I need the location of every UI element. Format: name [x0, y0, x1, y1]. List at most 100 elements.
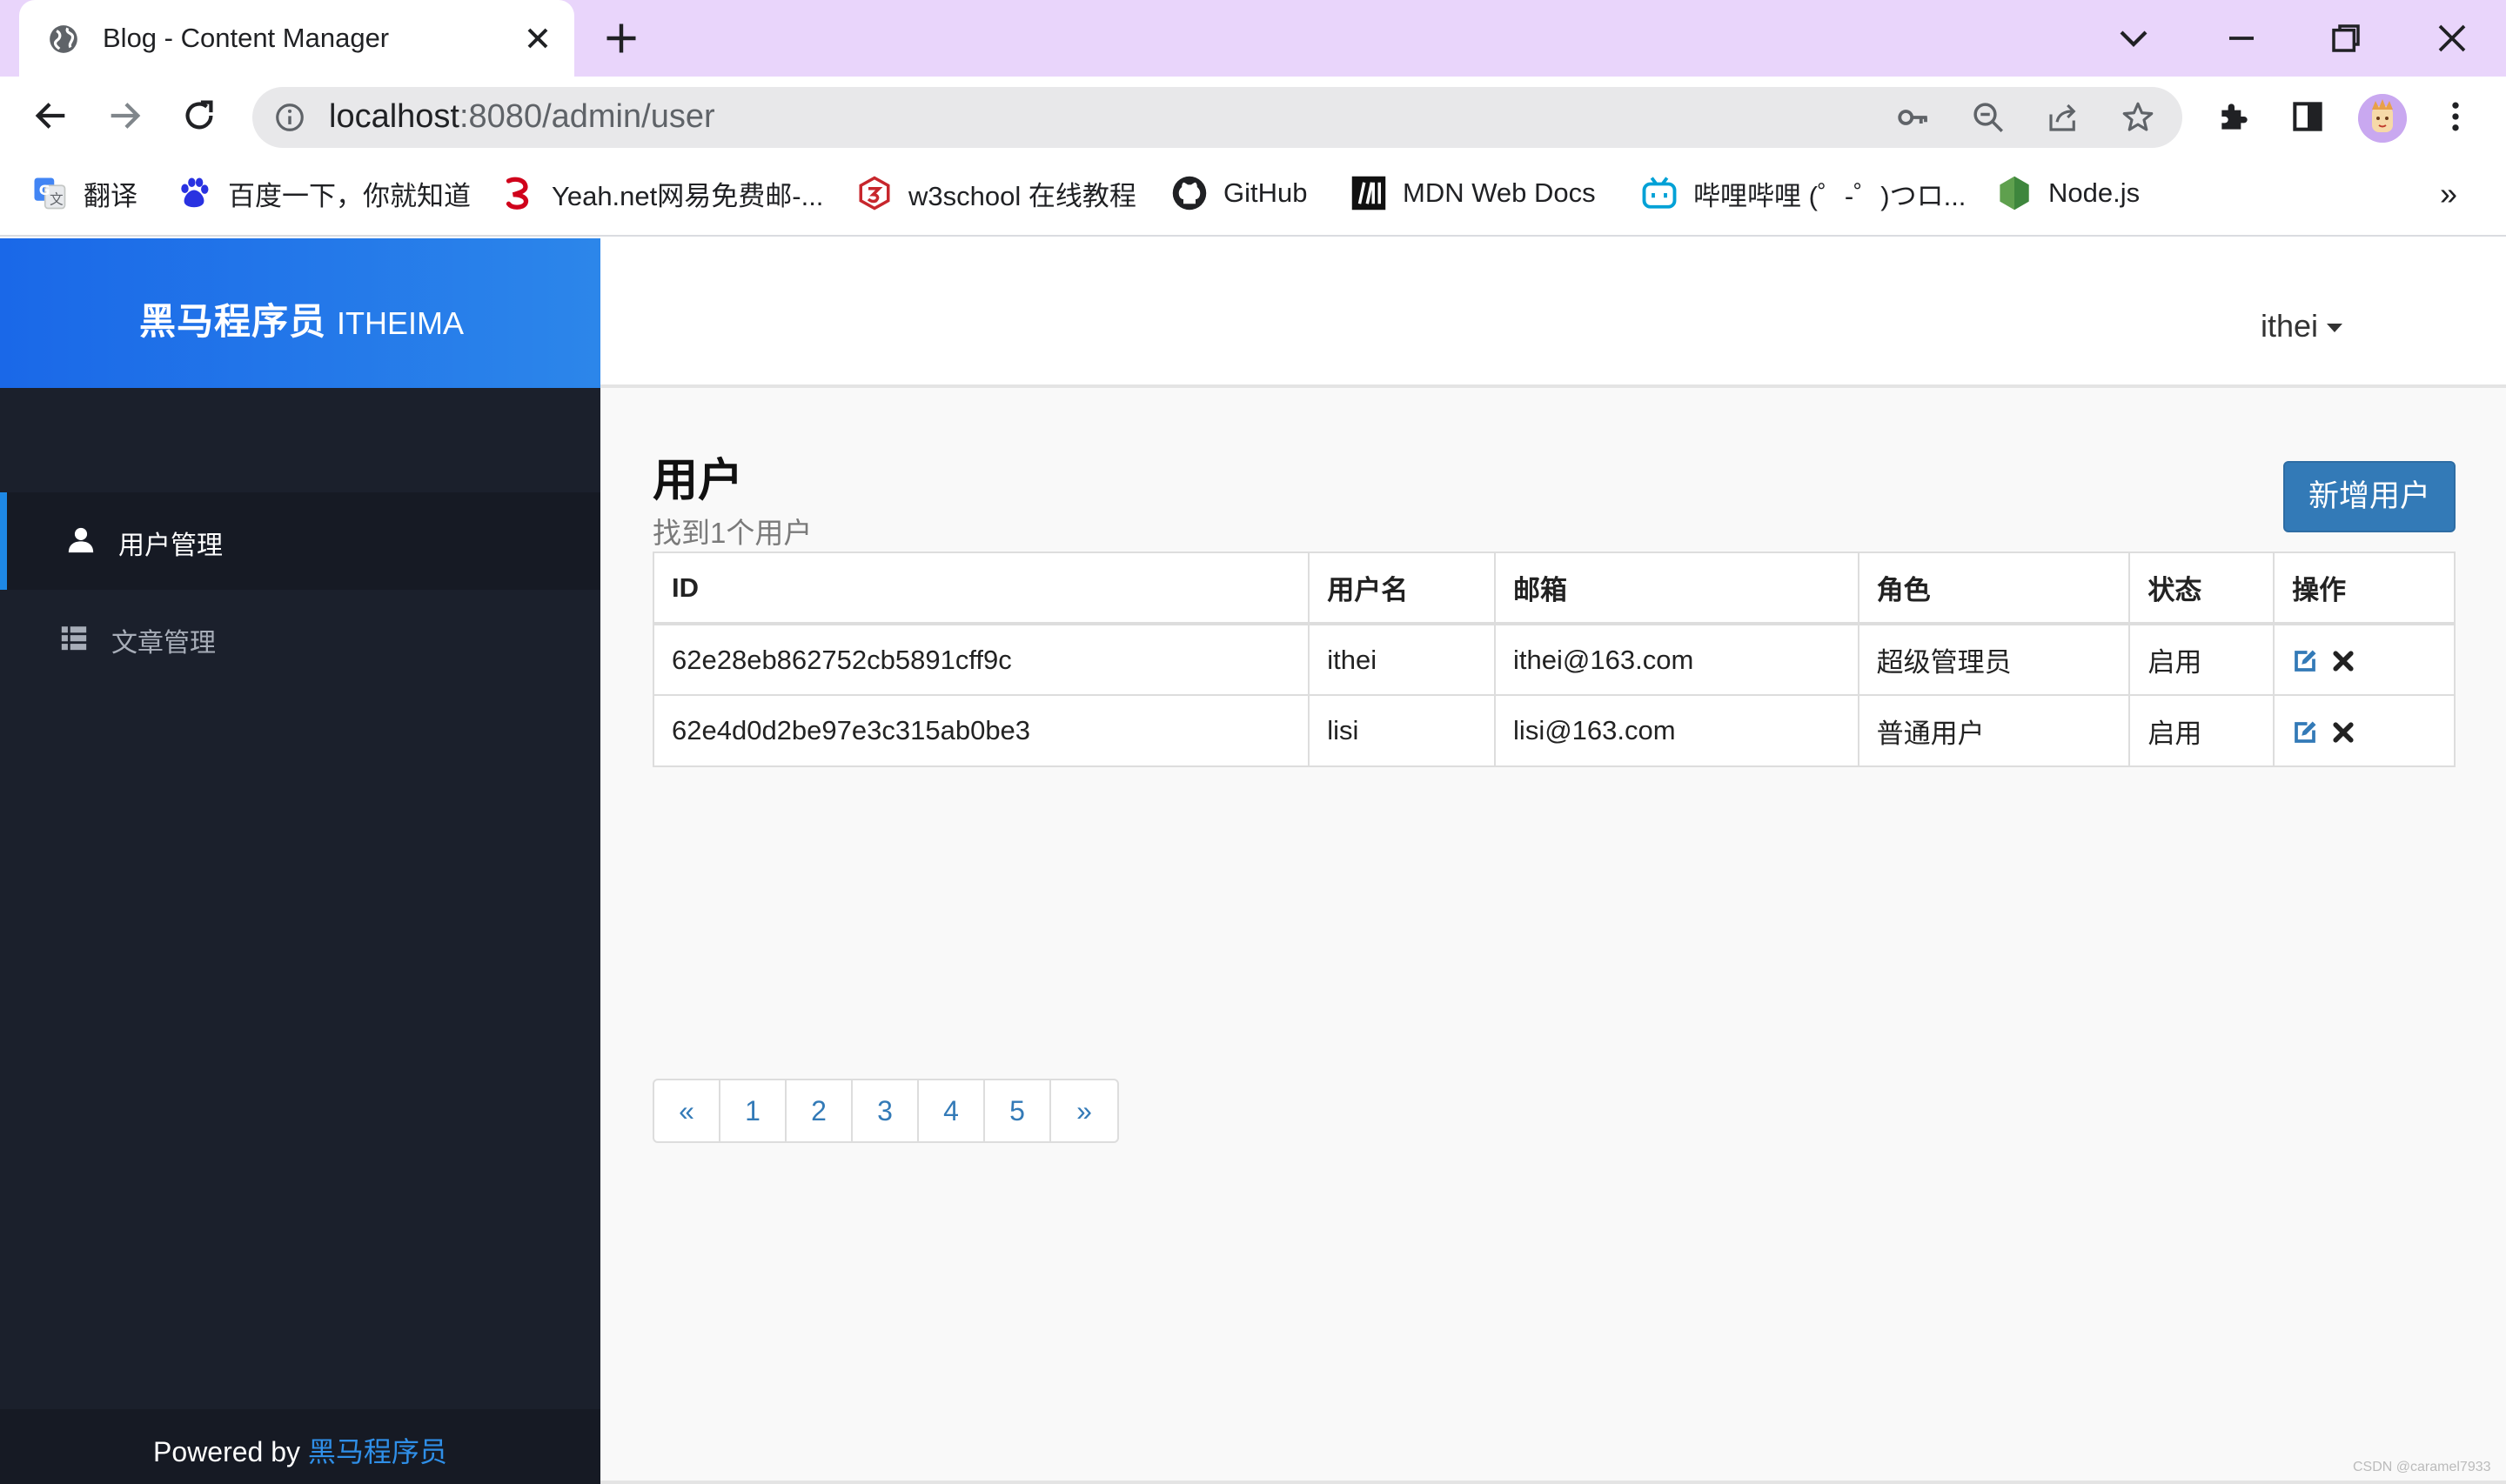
pagination-page-3[interactable]: 3	[853, 1080, 919, 1141]
column-header-email: 邮箱	[1494, 551, 1859, 625]
cell-id: 62e28eb862752cb5891cff9c	[652, 623, 1310, 696]
edit-icon[interactable]	[2292, 648, 2318, 674]
bookmark-baidu[interactable]: 百度一下，你就知道	[176, 172, 471, 214]
caret-down-icon	[2327, 324, 2343, 333]
bilibili-icon	[1642, 177, 1677, 209]
info-icon[interactable]	[273, 101, 306, 134]
zoom-icon[interactable]	[1970, 99, 2007, 136]
url-text[interactable]: localhost:8080/admin/user	[329, 98, 715, 136]
bookmark-label: 哔哩哔哩 (゜-゜)つロ...	[1693, 180, 1967, 211]
delete-icon[interactable]	[2330, 648, 2356, 674]
reload-icon[interactable]	[179, 96, 219, 136]
bookmark-mdn[interactable]: MDN Web Docs	[1350, 172, 1596, 214]
side-panel-icon[interactable]	[2288, 97, 2327, 136]
app-root: 黑马程序员 ITHEIMA 用户管理 文章管理 Powered by 黑马程序员 …	[0, 238, 2506, 1484]
pagination-page-5[interactable]: 5	[985, 1080, 1051, 1141]
address-bar[interactable]: localhost:8080/admin/user	[252, 87, 2182, 148]
cell-username: lisi	[1308, 694, 1497, 767]
browser-tabstrip: Blog - Content Manager	[0, 0, 2506, 77]
google-translate-icon: G 文	[34, 177, 66, 210]
url-host: localhost	[329, 98, 459, 135]
column-header-username: 用户名	[1308, 551, 1497, 625]
list-icon	[61, 626, 87, 651]
bookmark-label: Node.js	[2048, 177, 2141, 208]
pagination-page-1[interactable]: 1	[720, 1080, 787, 1141]
cell-id: 62e4d0d2be97e3c315ab0be3	[652, 694, 1310, 767]
key-icon[interactable]	[1895, 99, 1932, 136]
mdn-icon	[1351, 176, 1386, 211]
brand-name-cn: 黑马程序员	[139, 301, 327, 342]
minimize-icon[interactable]	[2217, 14, 2266, 63]
watermark: CSDN @caramel7933	[2353, 1460, 2491, 1474]
back-arrow-icon[interactable]	[31, 96, 71, 136]
column-header-id: ID	[652, 551, 1310, 625]
bookmark-nodejs[interactable]: Node.js	[1996, 172, 2140, 214]
column-header-role: 角色	[1857, 551, 2131, 625]
delete-icon[interactable]	[2330, 719, 2356, 745]
bookmark-yeah-net[interactable]: Yeah.net网易免费邮-...	[499, 172, 823, 214]
table-row: 62e28eb862752cb5891cff9c ithei ithei@163…	[652, 623, 2456, 696]
username: ithei	[2261, 308, 2319, 344]
url-path: :8080/admin/user	[459, 98, 715, 135]
bookmark-label: GitHub	[1223, 177, 1308, 208]
add-user-button[interactable]: 新增用户	[2283, 461, 2456, 532]
extensions-puzzle-icon[interactable]	[2215, 97, 2254, 136]
window-close-icon[interactable]	[2428, 14, 2476, 63]
new-tab-icon[interactable]	[602, 19, 640, 57]
pagination-prev[interactable]: «	[654, 1080, 720, 1141]
forward-arrow-icon[interactable]	[104, 96, 144, 136]
nodejs-icon	[2000, 176, 2029, 211]
brand-logo[interactable]: 黑马程序员 ITHEIMA	[139, 292, 464, 345]
pagination-page-2[interactable]: 2	[787, 1080, 853, 1141]
tab-title: Blog - Content Manager	[103, 23, 390, 53]
page-subtitle: 找到1个用户	[653, 517, 813, 549]
share-icon[interactable]	[2045, 99, 2081, 136]
cell-status: 启用	[2128, 623, 2275, 696]
bookmark-bilibili[interactable]: 哔哩哔哩 (゜-゜)つロ...	[1641, 172, 1966, 214]
bookmarks-overflow-button[interactable]: »	[2440, 176, 2457, 212]
profile-avatar[interactable]	[2358, 94, 2407, 143]
bookmark-label: MDN Web Docs	[1403, 177, 1596, 208]
tab-search-chevron-icon[interactable]	[2109, 14, 2158, 63]
sidebar-footer: Powered by 黑马程序员	[0, 1409, 600, 1484]
avatar-illustration-icon	[2358, 94, 2407, 143]
close-icon[interactable]	[520, 21, 555, 56]
top-navbar: ithei	[600, 238, 2506, 388]
star-icon[interactable]	[2120, 99, 2156, 136]
sidebar-item-label: 文章管理	[111, 629, 216, 658]
bookmark-github[interactable]: GitHub	[1171, 172, 1307, 214]
cell-email: lisi@163.com	[1494, 694, 1859, 767]
globe-icon	[50, 25, 77, 53]
brand-header: 黑马程序员 ITHEIMA	[0, 238, 600, 388]
content-bottom-border	[600, 1481, 2506, 1484]
bookmark-label: 翻译	[84, 180, 137, 211]
more-vert-icon[interactable]	[2436, 97, 2475, 136]
edit-icon[interactable]	[2292, 719, 2318, 745]
brand-name-en: ITHEIMA	[337, 305, 465, 341]
cell-actions	[2273, 623, 2456, 696]
restore-icon[interactable]	[2322, 14, 2370, 63]
svg-text:G: G	[39, 182, 50, 198]
browser-toolbar: localhost:8080/admin/user	[0, 77, 2506, 155]
sidebar-item-articles[interactable]: 文章管理	[0, 590, 600, 687]
cell-username: ithei	[1308, 623, 1497, 696]
svg-text:文: 文	[50, 191, 64, 207]
pagination: « 1 2 3 4 5 »	[653, 1079, 1119, 1143]
users-table: ID 用户名 邮箱 角色 状态 操作 62e28eb862752cb5891cf…	[652, 551, 2456, 767]
footer-link[interactable]: 黑马程序员	[308, 1436, 447, 1467]
cell-email: ithei@163.com	[1494, 623, 1859, 696]
cell-status: 启用	[2128, 694, 2275, 767]
sidebar: 黑马程序员 ITHEIMA 用户管理 文章管理 Powered by 黑马程序员	[0, 238, 600, 1484]
pagination-page-4[interactable]: 4	[919, 1080, 985, 1141]
sidebar-item-label: 用户管理	[118, 531, 223, 560]
browser-tab[interactable]: Blog - Content Manager	[19, 0, 574, 77]
footer-text: Powered by 黑马程序员	[153, 1430, 447, 1470]
pagination-next[interactable]: »	[1051, 1080, 1117, 1141]
table-header-row: ID 用户名 邮箱 角色 状态 操作	[652, 551, 2456, 625]
footer-prefix: Powered by	[153, 1436, 308, 1467]
user-dropdown[interactable]: ithei	[2261, 308, 2343, 344]
sidebar-item-users[interactable]: 用户管理	[0, 492, 600, 590]
bookmark-translate[interactable]: G 文 翻译	[31, 172, 137, 214]
bookmark-w3school[interactable]: w3school 在线教程	[856, 172, 1136, 214]
bookmark-label: Yeah.net网易免费邮-...	[552, 180, 824, 211]
